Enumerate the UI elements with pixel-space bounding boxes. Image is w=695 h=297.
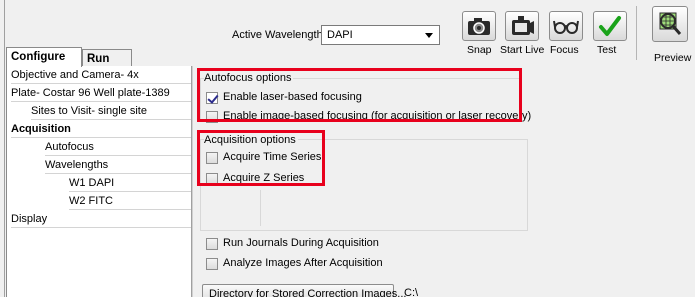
camera-icon bbox=[468, 18, 490, 35]
glasses-icon bbox=[553, 20, 579, 34]
tree-item-plate[interactable]: Plate- Costar 96 Well plate-1389 bbox=[11, 85, 191, 102]
active-wavelength-select[interactable]: DAPI bbox=[321, 25, 440, 45]
tab-run[interactable]: Run bbox=[82, 49, 132, 67]
run-journals-label: Run Journals During Acquisition bbox=[223, 237, 379, 249]
tree-item-objective-camera[interactable]: Objective and Camera- 4x bbox=[11, 67, 191, 84]
focus-button[interactable] bbox=[549, 11, 583, 41]
autofocus-highlight-box bbox=[197, 68, 522, 122]
test-label: Test bbox=[597, 44, 617, 56]
test-button[interactable] bbox=[593, 11, 627, 41]
acquisition-inner-divider bbox=[260, 190, 261, 226]
tree-item-display[interactable]: Display bbox=[11, 211, 191, 228]
video-camera-icon bbox=[512, 16, 534, 35]
tree-item-w2-fitc[interactable]: W2 FITC bbox=[69, 193, 191, 210]
start-live-button[interactable] bbox=[505, 11, 539, 41]
analyze-images-label: Analyze Images After Acquisition bbox=[223, 257, 383, 269]
snap-label: Snap bbox=[467, 44, 492, 56]
tree-item-wavelengths[interactable]: Wavelengths bbox=[45, 157, 191, 174]
run-journals-checkbox[interactable] bbox=[206, 238, 218, 250]
checkmark-icon bbox=[599, 16, 621, 36]
tab-configure[interactable]: Configure bbox=[6, 47, 82, 67]
analyze-images-checkbox[interactable] bbox=[206, 258, 218, 270]
correction-directory-button[interactable]: Directory for Stored Correction Images..… bbox=[202, 284, 406, 297]
active-wavelength-label: Active Wavelength bbox=[232, 29, 323, 41]
toolbar-divider bbox=[636, 6, 637, 60]
configuration-tree[interactable]: Objective and Camera- 4x Plate- Costar 9… bbox=[6, 66, 192, 297]
tab-bar: Configure Run bbox=[6, 47, 191, 67]
focus-label: Focus bbox=[550, 44, 579, 56]
panel-separator bbox=[192, 66, 193, 297]
preview-magnifier-icon bbox=[659, 12, 682, 35]
acquisition-highlight-box bbox=[197, 130, 325, 186]
tree-item-sites-to-visit[interactable]: Sites to Visit- single site bbox=[31, 103, 191, 120]
preview-button[interactable] bbox=[652, 6, 688, 42]
active-wavelength-value: DAPI bbox=[327, 29, 353, 41]
left-border bbox=[4, 0, 5, 297]
tree-item-acquisition[interactable]: Acquisition bbox=[11, 121, 191, 138]
tree-item-w1-dapi[interactable]: W1 DAPI bbox=[69, 175, 191, 192]
start-live-label: Start Live bbox=[500, 44, 545, 56]
preview-label: Preview bbox=[654, 52, 692, 64]
tree-item-autofocus[interactable]: Autofocus bbox=[45, 139, 191, 156]
chevron-down-icon bbox=[425, 33, 433, 38]
snap-button[interactable] bbox=[462, 11, 496, 41]
correction-directory-path: C:\ bbox=[404, 287, 419, 297]
